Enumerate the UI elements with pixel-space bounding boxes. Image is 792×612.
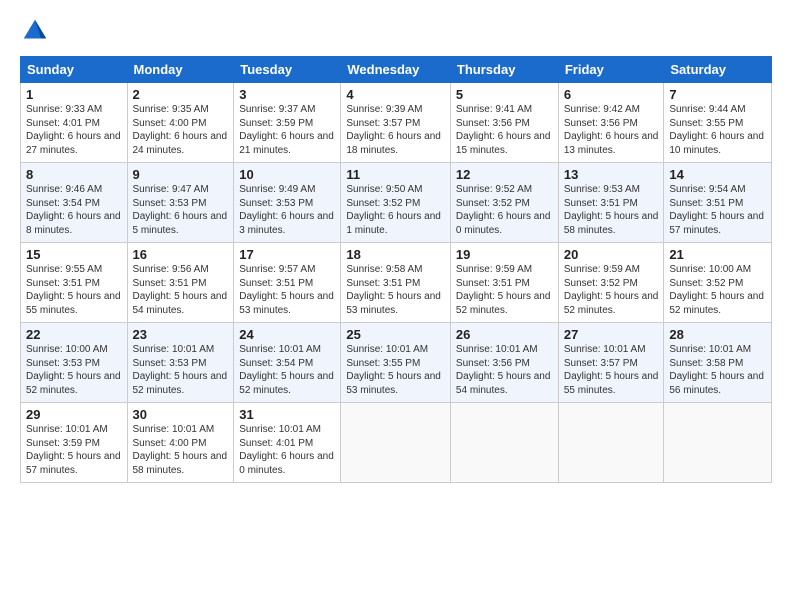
day-cell-31: 31Sunrise: 10:01 AMSunset: 4:01 PMDaylig… (234, 403, 341, 483)
day-cell-11: 11Sunrise: 9:50 AMSunset: 3:52 PMDayligh… (341, 163, 451, 243)
day-cell-10: 10Sunrise: 9:49 AMSunset: 3:53 PMDayligh… (234, 163, 341, 243)
col-header-thursday: Thursday (450, 57, 558, 83)
day-cell-23: 23Sunrise: 10:01 AMSunset: 3:53 PMDaylig… (127, 323, 234, 403)
col-header-tuesday: Tuesday (234, 57, 341, 83)
day-cell-26: 26Sunrise: 10:01 AMSunset: 3:56 PMDaylig… (450, 323, 558, 403)
calendar-table: SundayMondayTuesdayWednesdayThursdayFrid… (20, 56, 772, 483)
day-cell-7: 7Sunrise: 9:44 AMSunset: 3:55 PMDaylight… (664, 83, 772, 163)
day-cell-empty (558, 403, 664, 483)
logo-icon (20, 16, 50, 46)
col-header-wednesday: Wednesday (341, 57, 451, 83)
day-cell-21: 21Sunrise: 10:00 AMSunset: 3:52 PMDaylig… (664, 243, 772, 323)
day-cell-22: 22Sunrise: 10:00 AMSunset: 3:53 PMDaylig… (21, 323, 128, 403)
day-cell-9: 9Sunrise: 9:47 AMSunset: 3:53 PMDaylight… (127, 163, 234, 243)
day-cell-13: 13Sunrise: 9:53 AMSunset: 3:51 PMDayligh… (558, 163, 664, 243)
day-cell-20: 20Sunrise: 9:59 AMSunset: 3:52 PMDayligh… (558, 243, 664, 323)
calendar-page: SundayMondayTuesdayWednesdayThursdayFrid… (0, 0, 792, 612)
day-cell-16: 16Sunrise: 9:56 AMSunset: 3:51 PMDayligh… (127, 243, 234, 323)
day-cell-18: 18Sunrise: 9:58 AMSunset: 3:51 PMDayligh… (341, 243, 451, 323)
day-cell-empty (450, 403, 558, 483)
day-cell-empty (664, 403, 772, 483)
col-header-saturday: Saturday (664, 57, 772, 83)
day-cell-empty (341, 403, 451, 483)
day-cell-2: 2Sunrise: 9:35 AMSunset: 4:00 PMDaylight… (127, 83, 234, 163)
day-cell-15: 15Sunrise: 9:55 AMSunset: 3:51 PMDayligh… (21, 243, 128, 323)
day-cell-17: 17Sunrise: 9:57 AMSunset: 3:51 PMDayligh… (234, 243, 341, 323)
day-cell-29: 29Sunrise: 10:01 AMSunset: 3:59 PMDaylig… (21, 403, 128, 483)
col-header-sunday: Sunday (21, 57, 128, 83)
day-cell-24: 24Sunrise: 10:01 AMSunset: 3:54 PMDaylig… (234, 323, 341, 403)
day-cell-6: 6Sunrise: 9:42 AMSunset: 3:56 PMDaylight… (558, 83, 664, 163)
day-cell-30: 30Sunrise: 10:01 AMSunset: 4:00 PMDaylig… (127, 403, 234, 483)
day-cell-4: 4Sunrise: 9:39 AMSunset: 3:57 PMDaylight… (341, 83, 451, 163)
day-cell-14: 14Sunrise: 9:54 AMSunset: 3:51 PMDayligh… (664, 163, 772, 243)
header (20, 16, 772, 46)
day-cell-1: 1Sunrise: 9:33 AMSunset: 4:01 PMDaylight… (21, 83, 128, 163)
logo (20, 16, 52, 46)
day-cell-8: 8Sunrise: 9:46 AMSunset: 3:54 PMDaylight… (21, 163, 128, 243)
day-cell-27: 27Sunrise: 10:01 AMSunset: 3:57 PMDaylig… (558, 323, 664, 403)
day-cell-5: 5Sunrise: 9:41 AMSunset: 3:56 PMDaylight… (450, 83, 558, 163)
day-cell-28: 28Sunrise: 10:01 AMSunset: 3:58 PMDaylig… (664, 323, 772, 403)
col-header-friday: Friday (558, 57, 664, 83)
day-cell-25: 25Sunrise: 10:01 AMSunset: 3:55 PMDaylig… (341, 323, 451, 403)
day-cell-12: 12Sunrise: 9:52 AMSunset: 3:52 PMDayligh… (450, 163, 558, 243)
day-cell-3: 3Sunrise: 9:37 AMSunset: 3:59 PMDaylight… (234, 83, 341, 163)
col-header-monday: Monday (127, 57, 234, 83)
day-cell-19: 19Sunrise: 9:59 AMSunset: 3:51 PMDayligh… (450, 243, 558, 323)
